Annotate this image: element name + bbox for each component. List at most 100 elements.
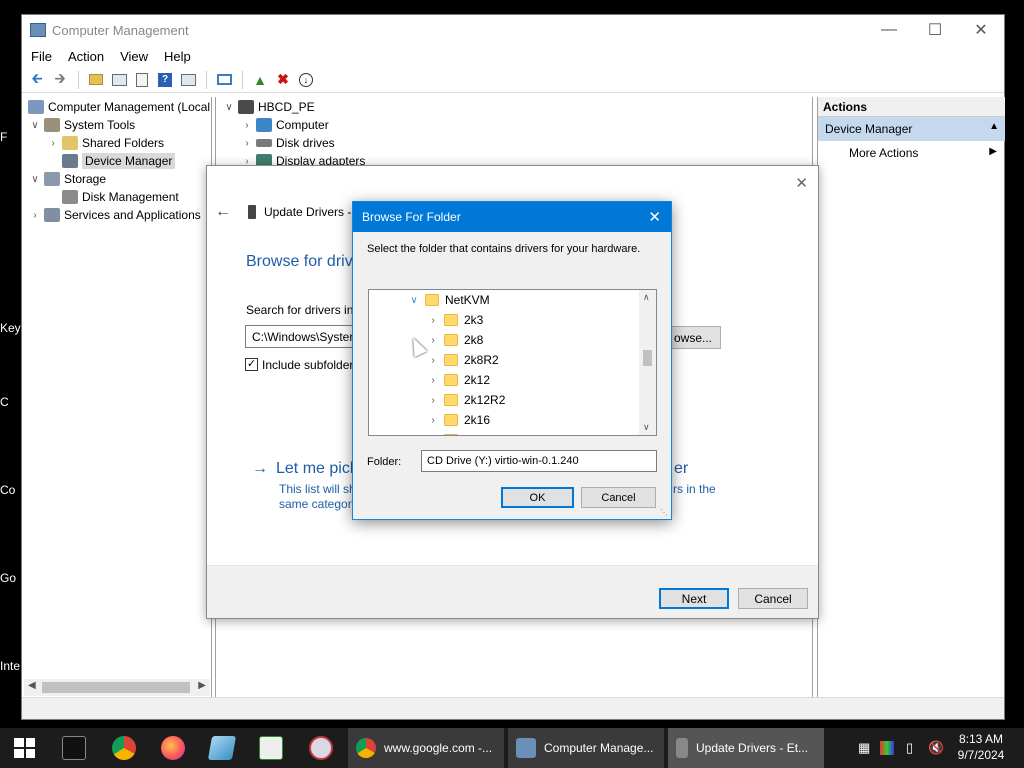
tools-icon (44, 118, 60, 132)
actions-section-device-manager[interactable]: Device Manager ▲ (818, 117, 1005, 141)
cancel-button[interactable]: Cancel (738, 588, 808, 609)
actions-header: Actions (818, 97, 1005, 117)
menu-file[interactable]: File (31, 49, 52, 64)
let-me-pick-link[interactable]: → Let me pick (252, 460, 358, 478)
device-category[interactable]: › Computer (240, 116, 329, 134)
properties-icon[interactable] (131, 70, 153, 90)
folder-input[interactable]: CD Drive (Y:) virtio-win-0.1.240 (421, 450, 657, 472)
chevron-right-icon[interactable]: › (46, 138, 60, 149)
usb-icon[interactable]: ▯ (906, 740, 913, 756)
desktop-label: Inte (0, 659, 21, 673)
task-computer-management[interactable]: Computer Manage... (508, 728, 664, 768)
cancel-button[interactable]: Cancel (581, 487, 656, 508)
chrome-icon[interactable] (112, 736, 136, 760)
chevron-right-icon[interactable]: › (240, 138, 254, 149)
folder-item[interactable]: › 2k8R2 (426, 351, 498, 369)
include-subfolders-checkbox[interactable]: ✓ (245, 358, 258, 371)
chart-app-icon[interactable] (259, 736, 283, 760)
chevron-right-icon[interactable]: › (426, 355, 440, 366)
chevron-right-icon[interactable]: › (28, 210, 42, 221)
chevron-down-icon[interactable]: ∨ (222, 102, 236, 113)
color-tray-icon[interactable] (880, 741, 894, 755)
forward-icon[interactable]: 🡲 (49, 70, 71, 90)
help-icon[interactable]: ? (154, 70, 176, 90)
folder-item[interactable]: › 2k16 (426, 411, 490, 429)
chevron-right-icon[interactable]: › (426, 375, 440, 386)
folder-icon (444, 414, 458, 426)
folder-icon (444, 394, 458, 406)
chevron-right-icon[interactable]: › (426, 435, 440, 436)
scan-icon[interactable]: ↓ (295, 70, 317, 90)
firefox-icon[interactable] (161, 736, 185, 760)
view-icon[interactable] (177, 70, 199, 90)
tree-item-disk-management[interactable]: Disk Management (46, 188, 179, 206)
folder-item[interactable]: › 2k12 (426, 371, 490, 389)
folder-item[interactable]: › 2k12R2 (426, 391, 505, 409)
folder-item[interactable]: › 2k19 (426, 431, 490, 436)
close-icon[interactable]: ✕ (648, 208, 661, 226)
terminal-icon[interactable] (62, 736, 86, 760)
folder-item[interactable]: › 2k3 (426, 311, 483, 329)
desktop-label: Co (0, 483, 16, 497)
maximize-button[interactable]: ☐ (912, 19, 958, 41)
folder-tree: ∨ NetKVM › 2k3 › 2k8 › 2k8R2 › 2k12 › 2k… (368, 289, 657, 436)
tree-item-system-tools[interactable]: ∨ System Tools (28, 116, 135, 134)
clock[interactable]: 8:13 AM 9/7/2024 (952, 732, 1010, 762)
tree-item-device-manager[interactable]: Device Manager (46, 152, 176, 170)
close-button[interactable]: ✕ (958, 19, 1004, 41)
menu-action[interactable]: Action (68, 49, 104, 64)
chevron-down-icon[interactable]: ∨ (28, 120, 42, 131)
chevron-right-icon[interactable]: › (426, 335, 440, 346)
chevron-right-icon[interactable]: › (426, 315, 440, 326)
folder-item-netkvm[interactable]: ∨ NetKVM (407, 291, 489, 309)
menu-view[interactable]: View (120, 49, 148, 64)
vertical-scrollbar[interactable]: ∧ ∨ (639, 290, 656, 435)
show-hide-tree-icon[interactable] (108, 70, 130, 90)
chevron-down-icon[interactable]: ∨ (407, 295, 421, 306)
dialog-heading: Browse for driv (246, 253, 353, 270)
description-text-tail: rs in the (673, 482, 716, 496)
next-button[interactable]: Next (659, 588, 729, 609)
chevron-right-icon[interactable]: › (426, 415, 440, 426)
folder-item[interactable]: › 2k8 (426, 331, 483, 349)
submenu-arrow-icon: ▶ (989, 146, 997, 157)
more-actions[interactable]: More Actions ▶ (818, 141, 1005, 165)
horizontal-scrollbar[interactable]: ◀ ▶ (24, 679, 210, 696)
up-folder-icon[interactable] (85, 70, 107, 90)
description-text-line2: same categor (279, 497, 352, 511)
let-me-pick-link-tail[interactable]: er (674, 460, 688, 478)
tree-item-storage[interactable]: ∨ Storage (28, 170, 106, 188)
title-bar[interactable]: Computer Management (22, 15, 1004, 45)
start-button[interactable] (14, 738, 35, 758)
chevron-down-icon[interactable]: ∨ (28, 174, 42, 185)
notepad-icon[interactable] (207, 736, 237, 760)
network-icon[interactable]: ▦ (858, 740, 870, 756)
task-chrome[interactable]: www.google.com -... (348, 728, 504, 768)
volume-muted-icon[interactable]: 🔇 (928, 740, 944, 756)
tree-item-shared-folders[interactable]: › Shared Folders (46, 134, 164, 152)
menu-help[interactable]: Help (164, 49, 191, 64)
back-icon[interactable]: 🡰 (26, 70, 48, 90)
tree-item-services[interactable]: › Services and Applications (28, 206, 201, 224)
chevron-right-icon[interactable]: › (426, 395, 440, 406)
device-category[interactable]: › Disk drives (240, 134, 334, 152)
desktop-label: Key (0, 321, 21, 335)
monitor-icon (256, 118, 272, 132)
instruction-text: Select the folder that contains drivers … (367, 243, 641, 255)
resize-grip-icon[interactable]: ⋱ (660, 508, 668, 517)
collapse-icon[interactable]: ▲ (989, 121, 999, 132)
device-tree-root[interactable]: ∨ HBCD_PE (222, 98, 315, 116)
task-update-drivers[interactable]: Update Drivers - Et... (668, 728, 824, 768)
close-icon[interactable]: ✕ (795, 174, 808, 192)
back-arrow-icon[interactable]: ← (215, 203, 231, 221)
chevron-right-icon[interactable]: › (240, 120, 254, 131)
uninstall-icon[interactable]: ✖ (272, 70, 294, 90)
minimize-button[interactable]: — (866, 19, 912, 41)
monitor-icon[interactable] (213, 70, 235, 90)
device-icon (248, 205, 256, 219)
dialog-title-bar[interactable]: Browse For Folder ✕ (353, 202, 671, 232)
update-driver-icon[interactable]: ▲ (249, 70, 271, 90)
ok-button[interactable]: OK (501, 487, 574, 508)
tree-item-root[interactable]: Computer Management (Local (26, 98, 210, 116)
utility-icon[interactable] (309, 736, 333, 760)
